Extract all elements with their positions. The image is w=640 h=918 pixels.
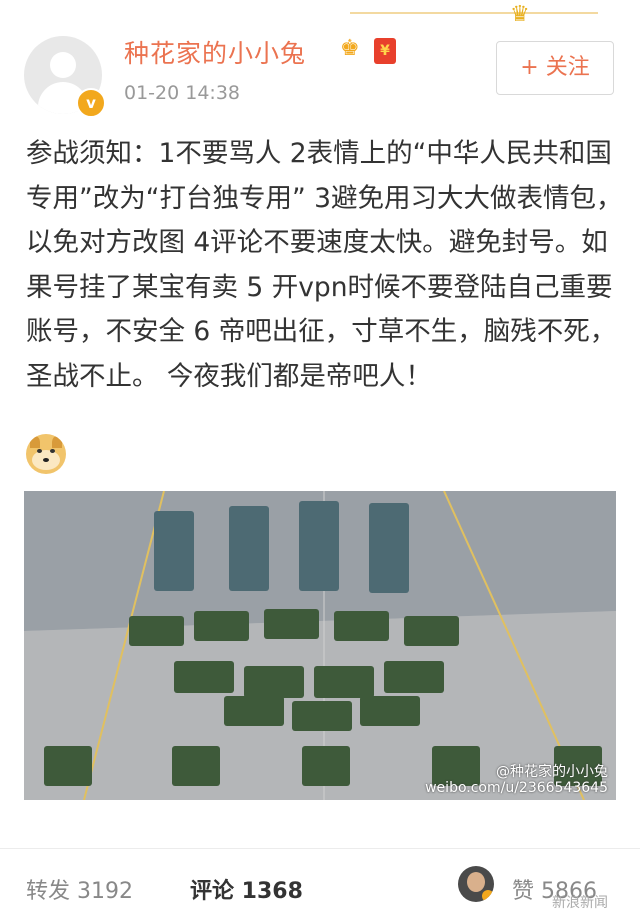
post-image[interactable]: @种花家的小小兔 weibo.com/u/2366543645 bbox=[24, 491, 616, 800]
avatar-head-shape bbox=[50, 52, 76, 78]
liker-avatar[interactable] bbox=[458, 866, 494, 902]
repost-button[interactable]: 转发 3192 bbox=[26, 873, 133, 905]
post-text: 参战须知：1不要骂人 2表情上的“中华人民共和国专用”改为“打台独专用” 3避免… bbox=[26, 138, 623, 392]
footer-divider bbox=[0, 848, 640, 849]
post-time: 01-20 14:38 bbox=[124, 82, 241, 104]
comment-button[interactable]: 评论 1368 bbox=[190, 873, 303, 905]
image-watermark-url: weibo.com/u/2366543645 bbox=[425, 780, 608, 796]
doge-emoji-icon bbox=[26, 434, 66, 474]
author-name[interactable]: 种花家的小小兔 bbox=[124, 34, 306, 70]
crown-icon: ♛ bbox=[510, 2, 530, 27]
header-decoration-line bbox=[350, 12, 598, 14]
red-envelope-icon[interactable]: ¥ bbox=[374, 38, 396, 64]
image-watermark-user: @种花家的小小兔 bbox=[496, 764, 608, 780]
image-watermark: @种花家的小小兔 weibo.com/u/2366543645 bbox=[425, 764, 608, 796]
vip-crown-icon: ♚ bbox=[340, 36, 360, 61]
follow-button[interactable]: + 关注 bbox=[496, 41, 614, 95]
news-watermark: 新浪新闻 bbox=[552, 895, 608, 911]
follow-button-label: + 关注 bbox=[520, 55, 590, 80]
verified-badge-icon: v bbox=[76, 88, 106, 118]
parade-illustration bbox=[24, 491, 616, 800]
